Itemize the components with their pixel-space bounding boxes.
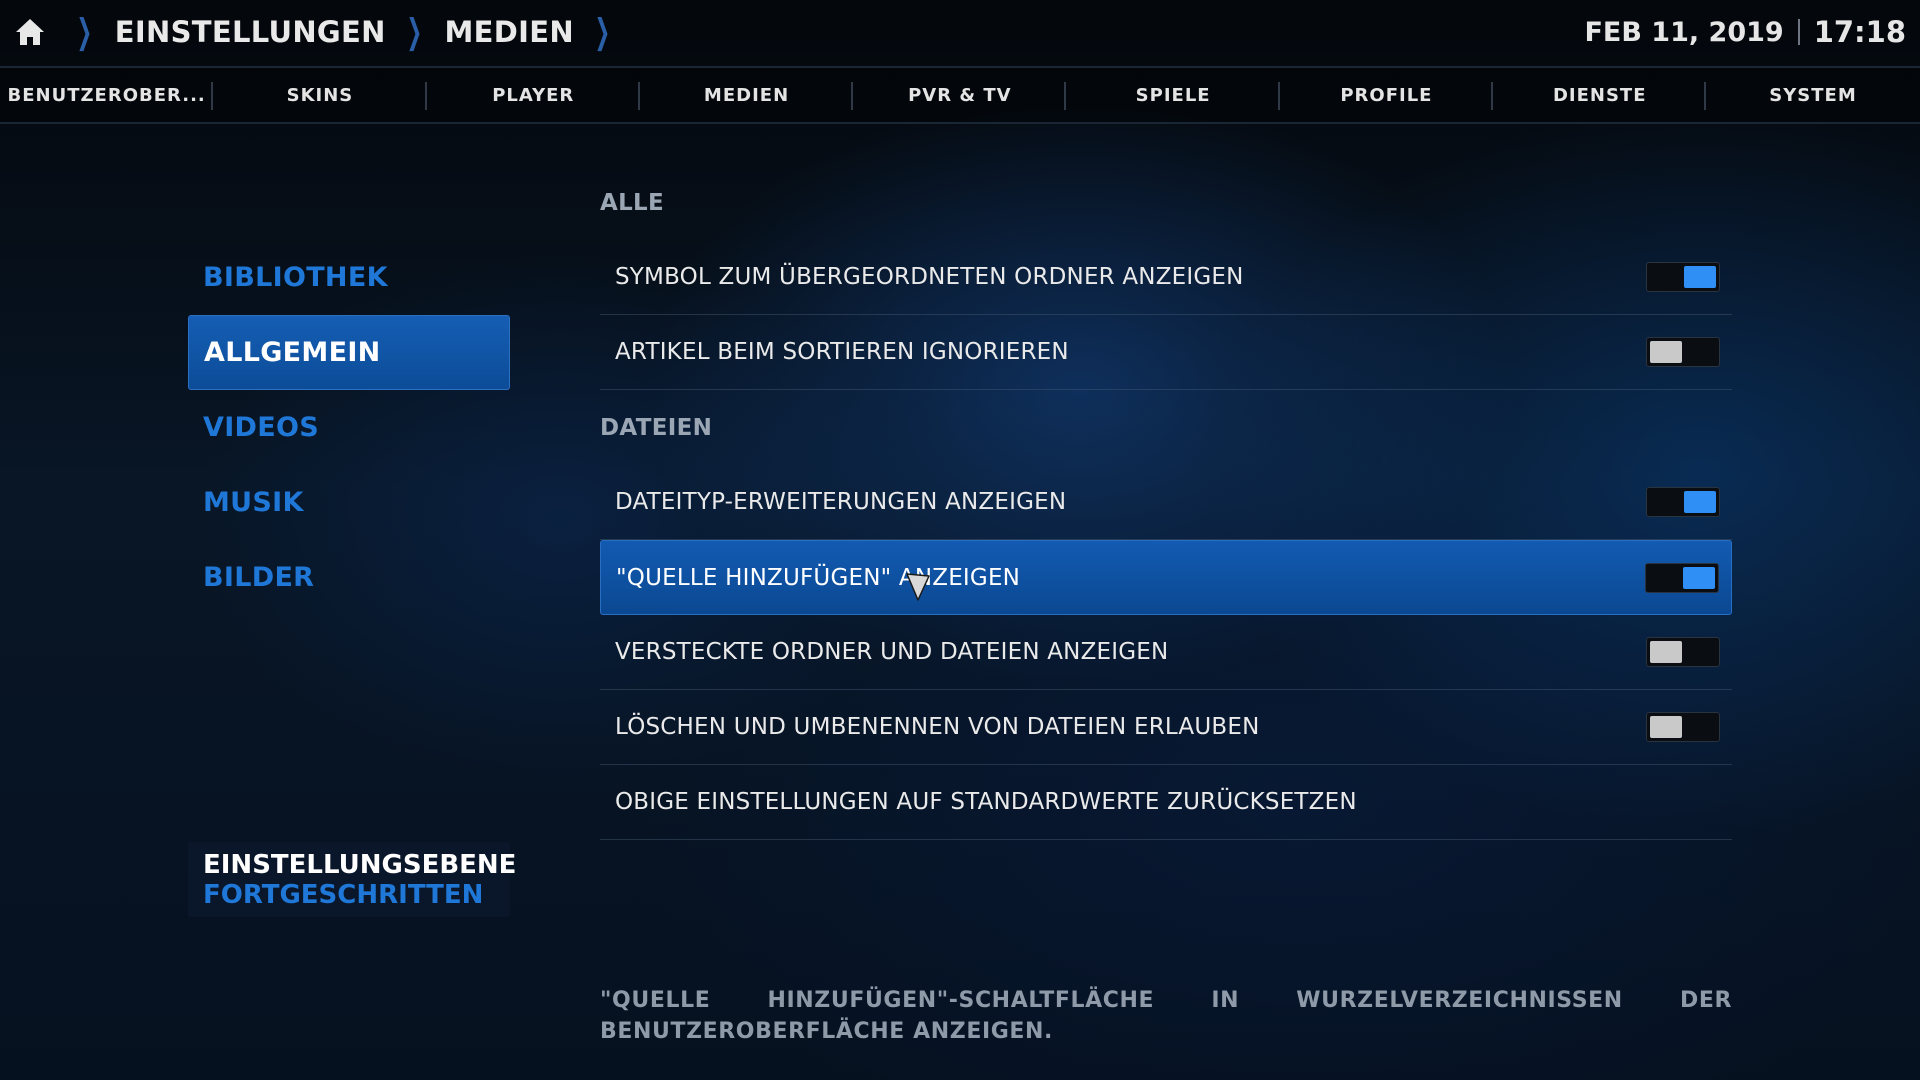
setting-label: "QUELLE HINZUFÜGEN" ANZEIGEN bbox=[616, 564, 1021, 591]
settings-level-value: FORTGESCHRITTEN bbox=[203, 879, 484, 910]
setting-label: OBIGE EINSTELLUNGEN AUF STANDARDWERTE ZU… bbox=[615, 789, 1357, 815]
setting-label: LÖSCHEN UND UMBENENNEN VON DATEIEN ERLAU… bbox=[615, 714, 1260, 740]
setting-label: ARTIKEL BEIM SORTIEREN IGNORIEREN bbox=[615, 339, 1069, 365]
category-bibliothek[interactable]: BIBLIOTHEK bbox=[188, 240, 510, 315]
tab-system[interactable]: SYSTEM bbox=[1706, 68, 1919, 122]
tab-dienste[interactable]: DIENSTE bbox=[1493, 68, 1707, 122]
toggle-knob bbox=[1650, 641, 1682, 663]
group-heading-alle: ALLE bbox=[600, 189, 665, 216]
tab-pvr-tv[interactable]: PVR & TV bbox=[853, 68, 1067, 122]
setting-label: SYMBOL ZUM ÜBERGEORDNETEN ORDNER ANZEIGE… bbox=[615, 264, 1244, 290]
clock-divider bbox=[1797, 19, 1800, 45]
clock: FEB 11, 2019 17:18 bbox=[1584, 0, 1906, 64]
setting-description: "QUELLE HINZUFÜGEN"-SCHALTFLÄCHE IN WURZ… bbox=[600, 988, 1732, 1044]
tab-skins[interactable]: SKINS bbox=[213, 68, 427, 122]
toggle-knob bbox=[1650, 341, 1682, 363]
category-videos[interactable]: VIDEOS bbox=[188, 390, 510, 465]
tab-benutzeroberflaeche[interactable]: BENUTZEROBER... bbox=[0, 68, 214, 122]
tab-player[interactable]: PLAYER bbox=[427, 68, 641, 122]
toggle-knob bbox=[1684, 491, 1716, 513]
toggle-switch[interactable] bbox=[1646, 487, 1720, 517]
setting-row[interactable]: LÖSCHEN UND UMBENENNEN VON DATEIEN ERLAU… bbox=[600, 690, 1732, 765]
group-heading-dateien: DATEIEN bbox=[600, 414, 713, 441]
category-allgemein[interactable]: ALLGEMEIN bbox=[188, 315, 510, 390]
tab-medien[interactable]: MEDIEN bbox=[640, 68, 854, 122]
setting-label: VERSTECKTE ORDNER UND DATEIEN ANZEIGEN bbox=[615, 639, 1169, 665]
setting-row-reset[interactable]: OBIGE EINSTELLUNGEN AUF STANDARDWERTE ZU… bbox=[600, 765, 1732, 840]
tab-profile[interactable]: PROFILE bbox=[1280, 68, 1494, 122]
settings-level-title: EINSTELLUNGSEBENE bbox=[203, 849, 517, 880]
tab-spiele[interactable]: SPIELE bbox=[1066, 68, 1281, 122]
toggle-knob bbox=[1683, 566, 1715, 589]
category-bilder[interactable]: BILDER bbox=[188, 540, 510, 615]
breadcrumb-item[interactable]: EINSTELLUNGEN bbox=[115, 15, 386, 49]
breadcrumb: ❯ EINSTELLUNGEN ❯ MEDIEN ❯ bbox=[56, 0, 633, 64]
setting-label: DATEITYP-ERWEITERUNGEN ANZEIGEN bbox=[615, 489, 1067, 515]
toggle-knob bbox=[1650, 716, 1682, 738]
top-bar: ❯ EINSTELLUNGEN ❯ MEDIEN ❯ FEB 11, 2019 … bbox=[0, 0, 1920, 64]
category-musik[interactable]: MUSIK bbox=[188, 465, 510, 540]
breadcrumb-item[interactable]: MEDIEN bbox=[444, 15, 573, 49]
toggle-switch[interactable] bbox=[1646, 712, 1720, 742]
toggle-knob bbox=[1684, 266, 1716, 288]
setting-row[interactable]: ARTIKEL BEIM SORTIEREN IGNORIEREN bbox=[600, 315, 1732, 390]
toggle-switch[interactable] bbox=[1646, 262, 1720, 292]
toggle-switch[interactable] bbox=[1646, 637, 1720, 667]
chevron-right-icon: ❯ bbox=[76, 12, 93, 52]
chevron-right-icon: ❯ bbox=[594, 12, 611, 52]
setting-row[interactable]: VERSTECKTE ORDNER UND DATEIEN ANZEIGEN bbox=[600, 615, 1732, 690]
settings-level-button[interactable]: EINSTELLUNGSEBENE FORTGESCHRITTEN bbox=[188, 842, 517, 917]
chevron-right-icon: ❯ bbox=[406, 12, 423, 52]
settings-tabs: BENUTZEROBER... SKINS PLAYER MEDIEN PVR … bbox=[0, 66, 1920, 124]
setting-row[interactable]: DATEITYP-ERWEITERUNGEN ANZEIGEN bbox=[600, 465, 1732, 540]
category-list: BIBLIOTHEK ALLGEMEIN VIDEOS MUSIK BILDER bbox=[188, 240, 510, 615]
setting-row[interactable]: SYMBOL ZUM ÜBERGEORDNETEN ORDNER ANZEIGE… bbox=[600, 240, 1732, 315]
toggle-switch[interactable] bbox=[1645, 562, 1719, 593]
mouse-pointer-icon bbox=[906, 573, 930, 601]
home-icon[interactable] bbox=[14, 17, 46, 47]
setting-row-focused[interactable]: "QUELLE HINZUFÜGEN" ANZEIGEN bbox=[600, 540, 1732, 615]
toggle-switch[interactable] bbox=[1646, 337, 1720, 367]
time-label: 17:18 bbox=[1813, 15, 1906, 49]
settings-list: ALLE SYMBOL ZUM ÜBERGEORDNETEN ORDNER AN… bbox=[600, 165, 1732, 840]
date-label: FEB 11, 2019 bbox=[1584, 16, 1784, 48]
